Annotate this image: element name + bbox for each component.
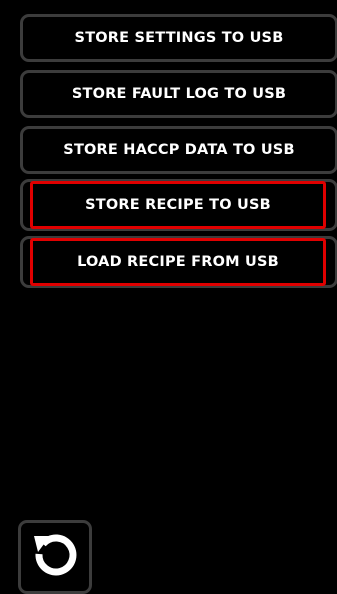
- button-label: STORE RECIPE TO USB: [85, 197, 271, 213]
- store-recipe-to-usb-button[interactable]: STORE RECIPE TO USB: [30, 181, 326, 229]
- usb-menu-screen: STORE SETTINGS TO USB STORE FAULT LOG TO…: [0, 0, 337, 594]
- store-settings-to-usb-button[interactable]: STORE SETTINGS TO USB: [20, 14, 337, 62]
- button-label: LOAD RECIPE FROM USB: [77, 254, 279, 270]
- load-recipe-from-usb-button[interactable]: LOAD RECIPE FROM USB: [30, 238, 326, 286]
- store-fault-log-to-usb-button[interactable]: STORE FAULT LOG TO USB: [20, 70, 337, 118]
- button-label: STORE HACCP DATA TO USB: [63, 142, 295, 158]
- store-haccp-data-to-usb-button[interactable]: STORE HACCP DATA TO USB: [20, 126, 337, 174]
- refresh-icon: [34, 534, 77, 576]
- button-label: STORE SETTINGS TO USB: [74, 30, 284, 46]
- back-button[interactable]: [18, 520, 92, 594]
- button-label: STORE FAULT LOG TO USB: [71, 86, 287, 102]
